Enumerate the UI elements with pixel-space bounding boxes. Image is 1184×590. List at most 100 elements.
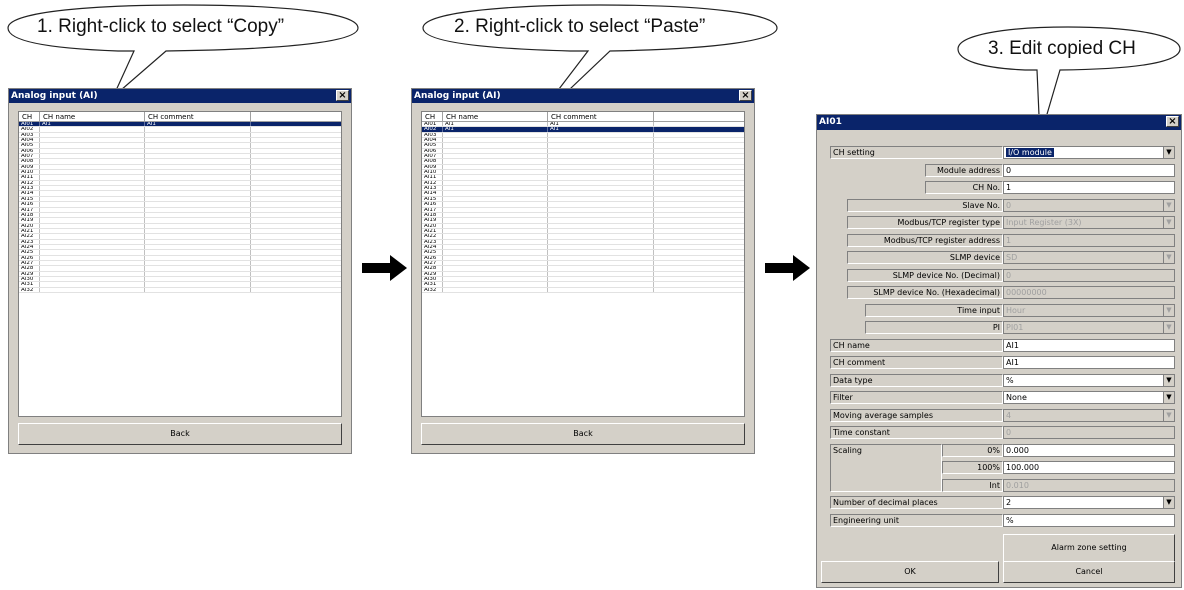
row-comment-cell bbox=[145, 154, 251, 159]
column-header-ch-comment[interactable]: CH comment bbox=[145, 112, 251, 121]
channel-settings-window: AI01 × CH setting I/O module ▼ Module ad… bbox=[816, 114, 1182, 588]
scaling-0-input[interactable]: 0.000 bbox=[1003, 443, 1175, 457]
ch-comment-input[interactable]: AI1 bbox=[1003, 356, 1175, 369]
row-comment-cell bbox=[145, 127, 251, 132]
row-ch-cell: AI24 bbox=[422, 244, 443, 250]
filter-select[interactable]: None ▼ bbox=[1003, 391, 1175, 404]
close-icon[interactable]: × bbox=[336, 90, 349, 101]
row-empty-cell bbox=[654, 138, 744, 142]
row-ch-cell: AI10 bbox=[19, 170, 40, 175]
row-comment-cell bbox=[548, 228, 654, 234]
row-comment-cell bbox=[548, 159, 654, 164]
chevron-down-icon[interactable]: ▼ bbox=[1163, 392, 1174, 403]
row-name-cell bbox=[40, 260, 145, 266]
row-comment-cell bbox=[548, 196, 654, 202]
row-ch-cell: AI13 bbox=[422, 186, 443, 191]
channel-list: CH CH name CH comment AI01 AI1 AI1 AI02 AI03… bbox=[18, 111, 342, 417]
column-header-ch[interactable]: CH bbox=[422, 112, 443, 121]
row-empty-cell bbox=[654, 170, 744, 174]
row-empty-cell bbox=[654, 197, 744, 201]
row-comment-cell bbox=[145, 223, 251, 228]
row-name-cell bbox=[443, 191, 548, 196]
row-comment-cell bbox=[548, 212, 654, 218]
row-empty-cell bbox=[654, 133, 744, 137]
row-empty-cell bbox=[654, 208, 744, 212]
slmp-device-hex-label: SLMP device No. (Hexadecimal) bbox=[847, 286, 1003, 299]
back-button[interactable]: Back bbox=[18, 423, 342, 445]
row-empty-cell bbox=[251, 159, 341, 163]
engineering-unit-input[interactable]: % bbox=[1003, 513, 1175, 527]
row-comment-cell bbox=[145, 250, 251, 255]
ch-setting-label: CH setting bbox=[830, 146, 1003, 159]
alarm-zone-setting-button[interactable]: Alarm zone setting bbox=[1003, 534, 1175, 562]
row-ch-cell: AI30 bbox=[19, 276, 40, 282]
row-ch-cell: AI24 bbox=[19, 244, 40, 250]
row-comment-cell bbox=[548, 170, 654, 175]
row-ch-cell: AI28 bbox=[19, 266, 40, 271]
chevron-down-icon[interactable]: ▼ bbox=[1163, 374, 1174, 386]
row-name-cell bbox=[40, 282, 145, 287]
row-comment-cell bbox=[548, 260, 654, 266]
row-ch-cell: AI16 bbox=[422, 202, 443, 207]
decimal-places-label: Number of decimal places bbox=[830, 496, 1003, 509]
row-empty-cell bbox=[251, 191, 341, 195]
row-comment-cell bbox=[145, 202, 251, 207]
row-comment-cell bbox=[145, 271, 251, 276]
callout-step-2-text: 2. Right-click to select “Paste” bbox=[454, 16, 706, 37]
scaling-label: Scaling bbox=[830, 443, 942, 492]
row-name-cell bbox=[443, 138, 548, 143]
row-comment-cell bbox=[548, 282, 654, 287]
row-ch-cell: AI03 bbox=[422, 132, 443, 138]
ch-no-input[interactable]: 1 bbox=[1003, 181, 1175, 194]
row-comment-cell bbox=[145, 218, 251, 223]
list-header: CH CH name CH comment bbox=[422, 112, 744, 122]
row-ch-cell: AI17 bbox=[19, 207, 40, 212]
module-address-input[interactable]: 0 bbox=[1003, 163, 1175, 177]
chevron-down-icon[interactable]: ▼ bbox=[1163, 147, 1174, 158]
row-name-cell bbox=[40, 228, 145, 234]
table-row[interactable]: AI32 bbox=[19, 287, 341, 293]
data-type-label: Data type bbox=[830, 373, 1003, 387]
row-name-cell bbox=[443, 234, 548, 239]
column-header-ch[interactable]: CH bbox=[19, 112, 40, 121]
callout-step-3-text: 3. Edit copied CH bbox=[988, 38, 1136, 59]
row-empty-cell bbox=[654, 282, 744, 286]
close-icon[interactable]: × bbox=[1166, 116, 1179, 127]
row-comment-cell bbox=[145, 239, 251, 244]
scaling-100-input[interactable]: 100.000 bbox=[1003, 461, 1175, 474]
moving-average-select: 4 ▼ bbox=[1003, 408, 1175, 422]
row-name-cell bbox=[40, 143, 145, 148]
decimal-places-select[interactable]: 2 ▼ bbox=[1003, 496, 1175, 509]
row-ch-cell: AI14 bbox=[19, 191, 40, 196]
ch-name-input[interactable]: AI1 bbox=[1003, 338, 1175, 352]
row-name-cell bbox=[443, 239, 548, 244]
row-ch-cell: AI25 bbox=[19, 250, 40, 255]
row-ch-cell: AI02 bbox=[422, 127, 443, 132]
slave-no-label: Slave No. bbox=[847, 198, 1003, 212]
back-button[interactable]: Back bbox=[421, 423, 745, 445]
row-name-cell bbox=[40, 175, 145, 180]
cancel-button[interactable]: Cancel bbox=[1003, 561, 1175, 583]
row-name-cell bbox=[40, 186, 145, 191]
row-empty-cell bbox=[654, 218, 744, 222]
time-input-select: Hour ▼ bbox=[1003, 303, 1175, 317]
close-icon[interactable]: × bbox=[739, 90, 752, 101]
column-header-ch-comment[interactable]: CH comment bbox=[548, 112, 654, 121]
column-header-ch-name[interactable]: CH name bbox=[443, 112, 548, 121]
row-empty-cell bbox=[251, 282, 341, 286]
row-empty-cell bbox=[251, 127, 341, 131]
row-empty-cell bbox=[654, 127, 744, 131]
time-constant-label: Time constant bbox=[830, 426, 1003, 439]
row-name-cell bbox=[40, 255, 145, 260]
table-row[interactable]: AI32 bbox=[422, 287, 744, 293]
chevron-down-icon[interactable]: ▼ bbox=[1163, 497, 1174, 508]
row-comment-cell bbox=[548, 202, 654, 207]
ch-setting-select[interactable]: I/O module ▼ bbox=[1003, 146, 1175, 159]
row-ch-cell: AI06 bbox=[19, 148, 40, 154]
row-ch-cell: AI23 bbox=[19, 239, 40, 244]
data-type-select[interactable]: % ▼ bbox=[1003, 373, 1175, 387]
ok-button[interactable]: OK bbox=[821, 561, 999, 583]
column-header-ch-name[interactable]: CH name bbox=[40, 112, 145, 121]
row-ch-cell: AI22 bbox=[422, 234, 443, 239]
row-empty-cell bbox=[251, 245, 341, 249]
